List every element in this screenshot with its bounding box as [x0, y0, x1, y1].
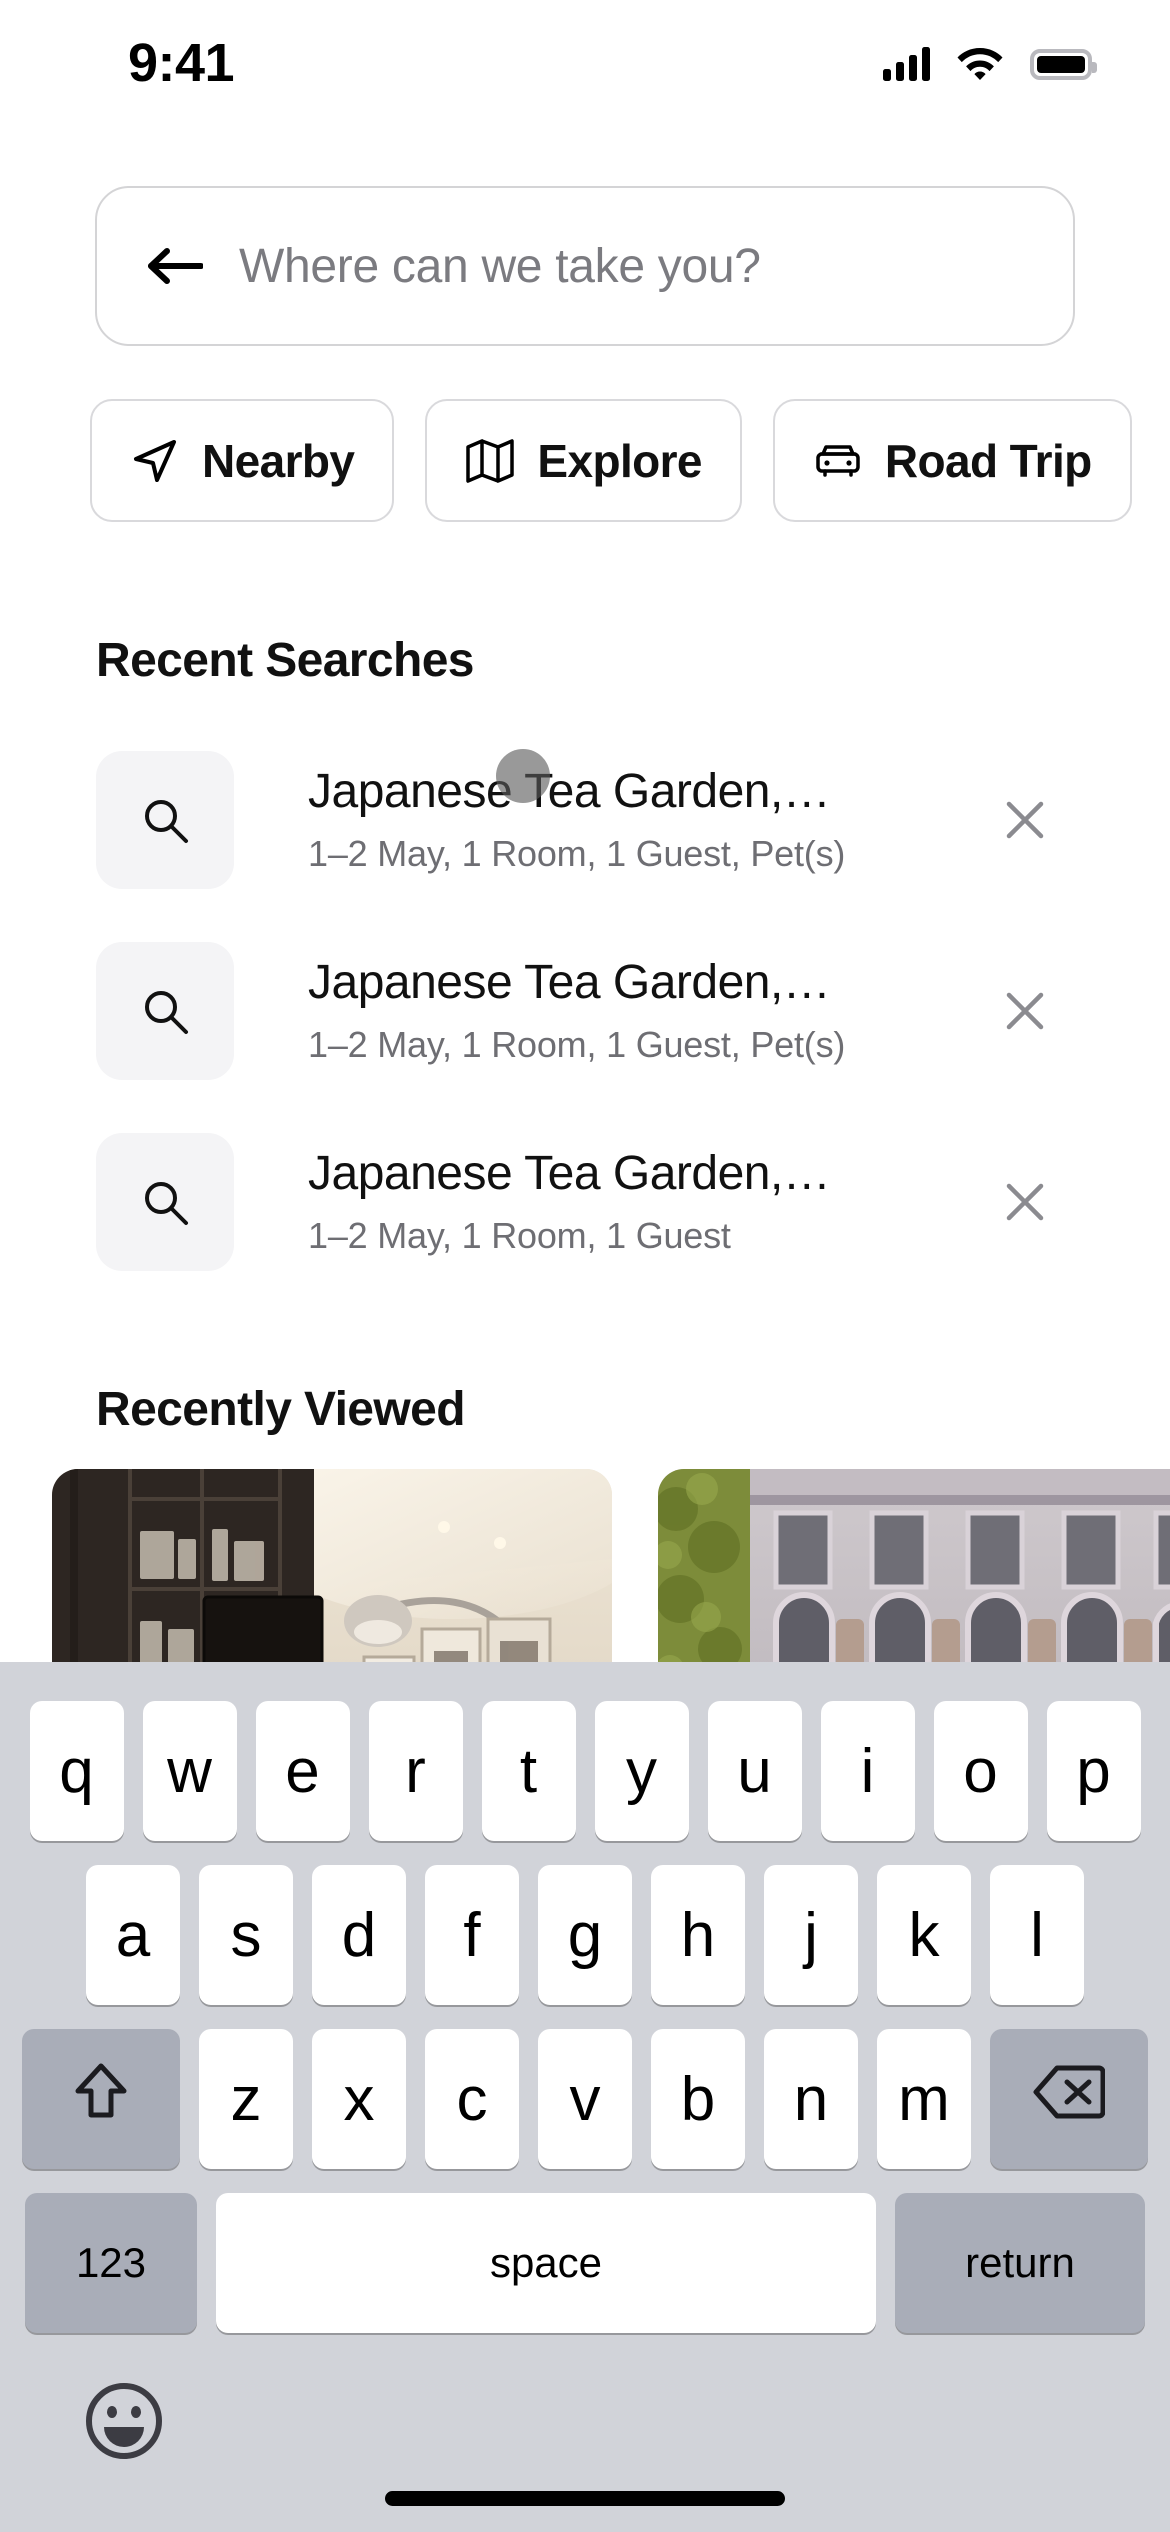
- emoji-smiley-icon: [82, 2383, 166, 2467]
- key-q[interactable]: q: [29, 1701, 124, 1841]
- key-x[interactable]: x: [312, 2029, 406, 2169]
- key-a[interactable]: a: [86, 1865, 180, 2005]
- backspace-delete-icon: [1033, 2064, 1106, 2135]
- chip-nearby-label: Nearby: [202, 434, 355, 487]
- key-b[interactable]: b: [651, 2029, 745, 2169]
- chip-road-trip[interactable]: Road Trip: [772, 399, 1132, 522]
- shift-up-arrow-icon: [72, 2061, 130, 2138]
- battery-full-icon: [1030, 48, 1097, 80]
- key-d[interactable]: d: [312, 1865, 406, 2005]
- close-icon[interactable]: [990, 785, 1060, 855]
- chip-explore-label: Explore: [537, 434, 702, 487]
- close-icon[interactable]: [990, 976, 1060, 1046]
- car-front-icon: [813, 436, 863, 486]
- key-k[interactable]: k: [877, 1865, 971, 2005]
- chip-explore[interactable]: Explore: [425, 399, 742, 522]
- recent-search-subtitle: 1–2 May, 1 Room, 1 Guest, Pet(s): [308, 1024, 846, 1065]
- status-bar: 9:41: [0, 0, 1170, 120]
- recent-searches-list: Japanese Tea Garden,… 1–2 May, 1 Room, 1…: [96, 724, 1078, 1297]
- chip-road-trip-label: Road Trip: [884, 434, 1092, 487]
- recent-search-title: Japanese Tea Garden,…: [308, 765, 831, 818]
- recent-searches-heading: Recent Searches: [96, 634, 474, 687]
- emoji-key[interactable]: [82, 2379, 166, 2463]
- key-f[interactable]: f: [425, 1865, 519, 2005]
- recent-search-text-1: Japanese Tea Garden,… 1–2 May, 1 Room, 1…: [308, 764, 990, 875]
- recent-search-row-2[interactable]: Japanese Tea Garden,… 1–2 May, 1 Room, 1…: [96, 915, 1078, 1106]
- key-i[interactable]: i: [820, 1701, 915, 1841]
- keyboard-row-3: z x c v b n m: [0, 2029, 1170, 2169]
- back-arrow-icon[interactable]: [145, 246, 204, 286]
- backspace-key[interactable]: [990, 2029, 1148, 2169]
- recent-search-text-2: Japanese Tea Garden,… 1–2 May, 1 Room, 1…: [308, 955, 990, 1066]
- search-input-placeholder: Where can we take you?: [239, 239, 761, 293]
- wifi-icon: [956, 44, 1004, 85]
- key-t[interactable]: t: [481, 1701, 576, 1841]
- keyboard-bottom-bar: [0, 2379, 1170, 2463]
- chip-nearby[interactable]: Nearby: [90, 399, 395, 522]
- recent-search-row-3[interactable]: Japanese Tea Garden,… 1–2 May, 1 Room, 1…: [96, 1106, 1078, 1297]
- key-l[interactable]: l: [990, 1865, 1084, 2005]
- close-icon[interactable]: [990, 1167, 1060, 1237]
- search-input[interactable]: Where can we take you?: [95, 186, 1075, 346]
- return-key[interactable]: return: [895, 2193, 1145, 2333]
- status-bar-time: 9:41: [128, 33, 235, 93]
- key-o[interactable]: o: [933, 1701, 1028, 1841]
- recent-search-title: Japanese Tea Garden,…: [308, 956, 831, 1009]
- key-s[interactable]: s: [199, 1865, 293, 2005]
- keyboard-row-4: 123 space return: [0, 2193, 1170, 2333]
- recent-search-subtitle: 1–2 May, 1 Room, 1 Guest, Pet(s): [308, 833, 846, 874]
- home-indicator[interactable]: [385, 2491, 785, 2506]
- recent-search-row-1[interactable]: Japanese Tea Garden,… 1–2 May, 1 Room, 1…: [96, 724, 1078, 915]
- on-screen-keyboard: q w e r t y u i o p a s d f g h j k l z …: [0, 1662, 1170, 2532]
- quick-filter-chips: Nearby Explore Road Trip: [90, 399, 1132, 522]
- cellular-signal-icon: [883, 47, 930, 81]
- key-g[interactable]: g: [538, 1865, 632, 2005]
- key-v[interactable]: v: [538, 2029, 632, 2169]
- numbers-key[interactable]: 123: [25, 2193, 197, 2333]
- recent-search-subtitle: 1–2 May, 1 Room, 1 Guest: [308, 1215, 731, 1256]
- key-c[interactable]: c: [425, 2029, 519, 2169]
- key-p[interactable]: p: [1046, 1701, 1141, 1841]
- key-j[interactable]: j: [764, 1865, 858, 2005]
- key-z[interactable]: z: [199, 2029, 293, 2169]
- recent-search-title: Japanese Tea Garden,…: [308, 1147, 831, 1200]
- key-n[interactable]: n: [764, 2029, 858, 2169]
- keyboard-row-2: a s d f g h j k l: [0, 1865, 1170, 2005]
- recent-search-text-3: Japanese Tea Garden,… 1–2 May, 1 Room, 1…: [308, 1146, 990, 1257]
- map-icon: [465, 436, 515, 486]
- key-r[interactable]: r: [368, 1701, 463, 1841]
- recently-viewed-heading: Recently Viewed: [96, 1383, 466, 1436]
- key-e[interactable]: e: [255, 1701, 350, 1841]
- search-icon: [96, 941, 234, 1080]
- navigation-arrow-icon: [130, 436, 180, 486]
- key-h[interactable]: h: [651, 1865, 745, 2005]
- search-icon: [96, 1132, 234, 1271]
- key-u[interactable]: u: [707, 1701, 802, 1841]
- keyboard-row-1: q w e r t y u i o p: [0, 1701, 1170, 1841]
- space-key[interactable]: space: [216, 2193, 876, 2333]
- shift-key[interactable]: [22, 2029, 180, 2169]
- key-y[interactable]: y: [594, 1701, 689, 1841]
- status-bar-icons: [883, 44, 1097, 85]
- search-icon: [96, 750, 234, 889]
- key-w[interactable]: w: [142, 1701, 237, 1841]
- key-m[interactable]: m: [877, 2029, 971, 2169]
